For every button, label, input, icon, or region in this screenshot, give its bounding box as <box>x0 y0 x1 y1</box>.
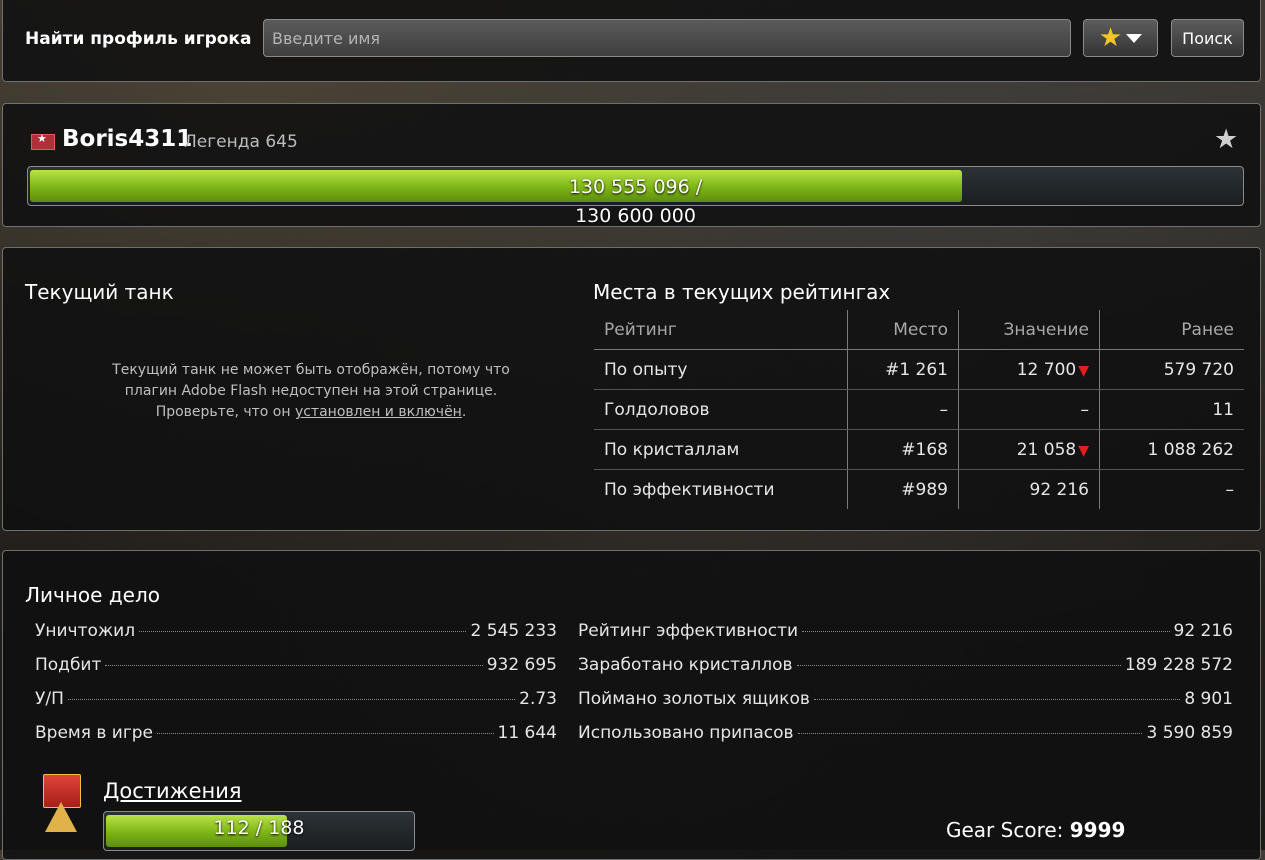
tank-message: Текущий танк не может быть отображён, по… <box>103 360 519 423</box>
ratings-header-row: Рейтинг Место Значение Ранее <box>594 310 1244 350</box>
rating-value-cell: 12 700 ▼ <box>958 349 1100 390</box>
stat-row: Рейтинг эффективности 92 216 <box>578 621 1233 655</box>
stats-left-column: Уничтожил 2 545 233 Подбит 932 695 У/П 2.73… <box>35 621 557 757</box>
chevron-down-icon <box>1126 33 1143 43</box>
rating-before: – <box>1099 469 1244 509</box>
stat-row: Заработано кристаллов 189 228 572 <box>578 655 1233 689</box>
stat-row: У/П 2.73 <box>35 689 557 723</box>
tank-message-end: . <box>461 404 467 420</box>
table-row: По кристаллам #168 21 058 ▼ 1 088 262 <box>594 429 1244 470</box>
stat-row: Уничтожил 2 545 233 <box>35 621 557 655</box>
rating-before: 11 <box>1099 389 1244 430</box>
search-input[interactable] <box>263 19 1071 57</box>
dot-leader <box>796 665 1121 666</box>
rating-name: По опыту <box>594 349 848 390</box>
rating-before: 579 720 <box>1099 349 1244 390</box>
search-panel: Найти профиль игрока ★ Поиск <box>2 0 1261 82</box>
rating-before: 1 088 262 <box>1099 429 1244 470</box>
stat-label: Заработано кристаллов <box>578 655 793 675</box>
stat-value: 8 901 <box>1184 689 1233 709</box>
dot-leader <box>813 699 1181 700</box>
rating-value-cell: 92 216 <box>958 469 1100 509</box>
current-tank-title: Текущий танк <box>25 280 174 304</box>
experience-progress-text: 130 555 096 / 130 600 000 <box>28 173 1243 231</box>
header-value: Значение <box>958 310 1100 350</box>
personal-file-panel: Личное дело Уничтожил 2 545 233 Подбит 932… <box>2 550 1261 860</box>
rating-value: 92 216 <box>1029 479 1089 500</box>
stat-value: 92 216 <box>1173 621 1233 641</box>
rating-name: По эффективности <box>604 479 775 500</box>
ratings-table: Рейтинг Место Значение Ранее По опыту #1… <box>594 310 1244 509</box>
rating-value-cell: – <box>958 389 1100 430</box>
down-arrow-icon: ▼ <box>1078 442 1089 459</box>
rating-value: – <box>1080 399 1090 420</box>
rank-insignia-icon <box>31 132 55 150</box>
rating-place: #989 <box>847 469 959 509</box>
flash-install-link[interactable]: установлен и включён <box>295 404 462 420</box>
rating-name: Голдоловов <box>594 389 848 430</box>
table-row: По эффективности #989 92 216 – <box>594 469 1244 509</box>
dot-leader <box>67 699 516 700</box>
rating-value: 21 058 <box>1016 439 1077 460</box>
stat-value: 932 695 <box>486 655 557 675</box>
header-place: Место <box>847 310 959 350</box>
dot-leader <box>802 631 1170 632</box>
gear-score-label: Gear Score: <box>946 818 1064 842</box>
rating-place: #168 <box>847 429 959 470</box>
profile-panel: Boris4311 Легенда 645 ★ 130 555 096 / 13… <box>2 103 1261 227</box>
rank-name: Легенда 645 <box>184 132 298 152</box>
rating-place: – <box>847 389 959 430</box>
down-arrow-icon: ▼ <box>1078 362 1089 379</box>
experience-max: 130 600 000 <box>575 205 696 227</box>
rating-name: По кристаллам <box>594 429 848 470</box>
rating-place: #1 261 <box>847 349 959 390</box>
rating-value: 12 700 <box>1016 359 1077 380</box>
achievements-progress-bar: 112 / 188 <box>103 811 415 851</box>
favorites-dropdown-button[interactable]: ★ <box>1083 19 1158 57</box>
achievements-link[interactable]: Достижения <box>103 779 242 803</box>
stat-label: Поймано золотых ящиков <box>578 689 810 709</box>
favorite-star-icon[interactable]: ★ <box>1214 124 1238 155</box>
stat-value: 11 644 <box>497 723 557 743</box>
tank-ratings-panel: Текущий танк Текущий танк не может быть … <box>2 247 1261 531</box>
ratings-title: Места в текущих рейтингах <box>593 280 891 304</box>
stat-label: У/П <box>35 689 64 709</box>
medal-badge <box>45 802 77 832</box>
rating-value-cell: 21 058 ▼ <box>958 429 1100 470</box>
stat-value: 189 228 572 <box>1124 655 1233 675</box>
stat-value: 2 545 233 <box>470 621 557 641</box>
gear-score: Gear Score: 9999 <box>946 818 1125 842</box>
dot-leader <box>105 665 483 666</box>
achievement-medal-icon <box>37 774 85 854</box>
stat-row: Поймано золотых ящиков 8 901 <box>578 689 1233 723</box>
stat-label: Уничтожил <box>35 621 136 641</box>
stat-label: Использовано припасов <box>578 723 794 743</box>
stat-row: Подбит 932 695 <box>35 655 557 689</box>
search-label: Найти профиль игрока <box>25 29 252 49</box>
dot-leader <box>797 733 1143 734</box>
stat-value: 2.73 <box>519 689 557 709</box>
experience-progress-bar: 130 555 096 / 130 600 000 <box>27 166 1244 227</box>
dot-leader <box>157 733 494 734</box>
achievements-progress-text: 112 / 188 <box>213 817 305 839</box>
stat-label: Рейтинг эффективности <box>578 621 799 641</box>
table-row: По опыту #1 261 12 700 ▼ 579 720 <box>594 349 1244 390</box>
star-icon: ★ <box>1098 23 1123 53</box>
experience-current: 130 555 096 / <box>568 176 703 198</box>
gear-score-value: 9999 <box>1069 818 1126 842</box>
stat-label: Время в игре <box>35 723 154 743</box>
stats-right-column: Рейтинг эффективности 92 216 Заработано к… <box>578 621 1233 757</box>
header-before: Ранее <box>1099 310 1244 350</box>
player-name: Boris4311 <box>62 126 193 152</box>
personal-file-title: Личное дело <box>25 583 160 607</box>
stat-label: Подбит <box>35 655 102 675</box>
search-button[interactable]: Поиск <box>1171 19 1244 57</box>
stat-value: 3 590 859 <box>1146 723 1233 743</box>
stat-row: Использовано припасов 3 590 859 <box>578 723 1233 757</box>
stat-row: Время в игре 11 644 <box>35 723 557 757</box>
dot-leader <box>139 631 467 632</box>
header-rating: Рейтинг <box>594 310 848 350</box>
table-row: Голдоловов – – 11 <box>594 389 1244 430</box>
